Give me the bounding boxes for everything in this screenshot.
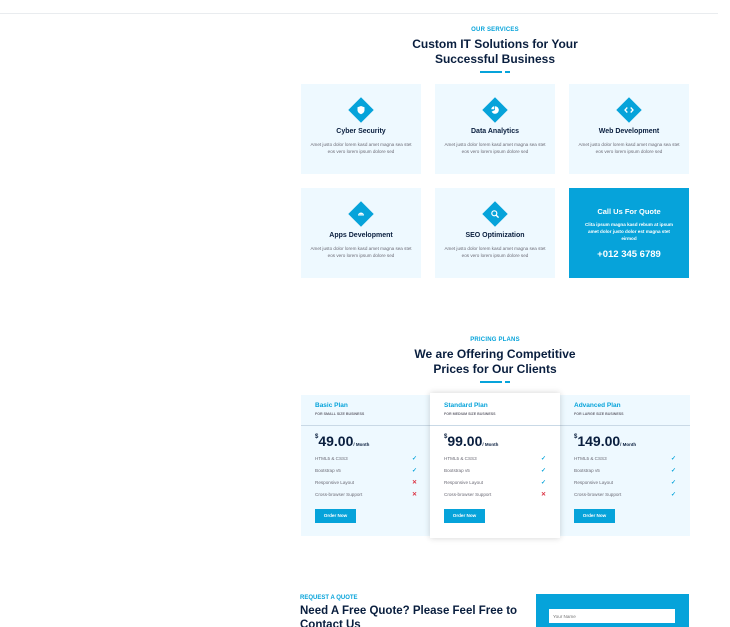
check-icon: ✓ <box>540 480 546 486</box>
pricing-card-advanced: Advanced Plan FOR LARGE SIZE BUSINESS $1… <box>560 395 690 536</box>
plan-name: Advanced Plan <box>574 402 621 409</box>
request-quote-heading: Need A Free Quote? Please Feel Free to C… <box>300 605 518 627</box>
service-title: SEO Optimization <box>465 232 525 239</box>
plan-feature: HTML5 & CSS3 ✓ <box>574 456 676 462</box>
service-title: Apps Development <box>329 232 393 239</box>
plan-divider <box>430 425 560 426</box>
call-for-quote-card: Call Us For Quote Clita ipsum magna kasd… <box>569 188 689 278</box>
check-icon: ✓ <box>670 492 676 498</box>
plan-feature: Bootstrap v5 ✓ <box>315 468 417 474</box>
plan-name: Standard Plan <box>444 402 488 409</box>
check-icon: ✓ <box>670 468 676 474</box>
pricing-card-basic: Basic Plan FOR SMALL SIZE BUSINESS $49.0… <box>301 395 431 536</box>
check-icon: ✓ <box>411 456 417 462</box>
plan-price: $49.00/ Month <box>315 433 370 449</box>
service-card-apps-development[interactable]: Apps Development Amet justo dolor lorem … <box>301 188 421 278</box>
plan-feature: Bootstrap v5 ✓ <box>574 468 676 474</box>
check-icon: ✓ <box>411 468 417 474</box>
service-card-web-development[interactable]: Web Development Amet justo dolor lorem k… <box>569 84 689 174</box>
service-card-seo-optimization[interactable]: SEO Optimization Amet justo dolor lorem … <box>435 188 555 278</box>
check-icon: ✓ <box>540 456 546 462</box>
pricing-heading: We are Offering Competitive Prices for O… <box>414 347 576 376</box>
order-now-button[interactable]: Order Now <box>444 509 485 523</box>
cross-icon: ✕ <box>540 492 546 498</box>
cross-icon: ✕ <box>411 480 417 486</box>
header-divider <box>0 13 718 14</box>
services-eyebrow: OUR SERVICES <box>471 27 519 33</box>
quote-phone-link[interactable]: +012 345 6789 <box>569 249 689 260</box>
check-icon: ✓ <box>540 468 546 474</box>
service-text: Amet justo dolor lorem kasd amet magna s… <box>578 142 680 154</box>
plan-feature: HTML5 & CSS3 ✓ <box>315 456 417 462</box>
plan-price: $149.00/ Month <box>574 433 637 449</box>
services-header: OUR SERVICES Custom IT Solutions for You… <box>300 27 690 73</box>
plan-subtitle: FOR SMALL SIZE BUSINESS <box>315 412 365 416</box>
chart-pie-icon <box>482 97 508 123</box>
plan-feature: Bootstrap v5 ✓ <box>444 468 546 474</box>
name-input[interactable] <box>549 609 675 623</box>
shield-icon <box>348 97 374 123</box>
services-heading: Custom IT Solutions for Your Successful … <box>412 37 578 66</box>
plan-feature: Cross-browser Support ✕ <box>444 492 546 498</box>
heading-underline <box>480 71 510 73</box>
plan-feature: Cross-browser Support ✓ <box>574 492 676 498</box>
plan-divider <box>301 425 431 426</box>
plan-name: Basic Plan <box>315 402 348 409</box>
heading-underline <box>480 381 510 383</box>
plan-subtitle: FOR LARGE SIZE BUSINESS <box>574 412 624 416</box>
android-icon <box>348 201 374 227</box>
service-text: Amet justo dolor lorem kasd amet magna s… <box>310 142 412 154</box>
code-icon <box>616 97 642 123</box>
order-now-button[interactable]: Order Now <box>315 509 356 523</box>
request-quote-eyebrow: REQUEST A QUOTE <box>300 595 358 601</box>
plan-subtitle: FOR MEDIUM SIZE BUSINESS <box>444 412 496 416</box>
check-icon: ✓ <box>670 480 676 486</box>
plan-feature: HTML5 & CSS3 ✓ <box>444 456 546 462</box>
plan-divider <box>560 425 690 426</box>
service-text: Amet justo dolor lorem kasd amet magna s… <box>444 142 546 154</box>
plan-feature: Cross-browser Support ✕ <box>315 492 417 498</box>
service-card-cyber-security[interactable]: Cyber Security Amet justo dolor lorem ka… <box>301 84 421 174</box>
service-text: Amet justo dolor lorem kasd amet magna s… <box>310 246 412 258</box>
plan-price: $99.00/ Month <box>444 433 499 449</box>
service-title: Web Development <box>598 128 660 135</box>
quote-card-text: Clita ipsum magna kasd rebum at ipsum am… <box>584 222 674 241</box>
pricing-header: PRICING PLANS We are Offering Competitiv… <box>300 337 690 383</box>
check-icon: ✓ <box>670 456 676 462</box>
plan-feature: Responsive Layout ✓ <box>444 480 546 486</box>
service-title: Cyber Security <box>336 128 386 135</box>
service-title: Data Analytics <box>471 128 519 135</box>
search-icon <box>482 201 508 227</box>
cross-icon: ✕ <box>411 492 417 498</box>
pricing-card-standard: Standard Plan FOR MEDIUM SIZE BUSINESS $… <box>430 393 560 538</box>
quote-card-title: Call Us For Quote <box>597 207 661 216</box>
service-text: Amet justo dolor lorem kasd amet magna s… <box>444 246 546 258</box>
service-card-data-analytics[interactable]: Data Analytics Amet justo dolor lorem ka… <box>435 84 555 174</box>
pricing-eyebrow: PRICING PLANS <box>470 337 520 343</box>
order-now-button[interactable]: Order Now <box>574 509 615 523</box>
plan-feature: Responsive Layout ✕ <box>315 480 417 486</box>
plan-feature: Responsive Layout ✓ <box>574 480 676 486</box>
